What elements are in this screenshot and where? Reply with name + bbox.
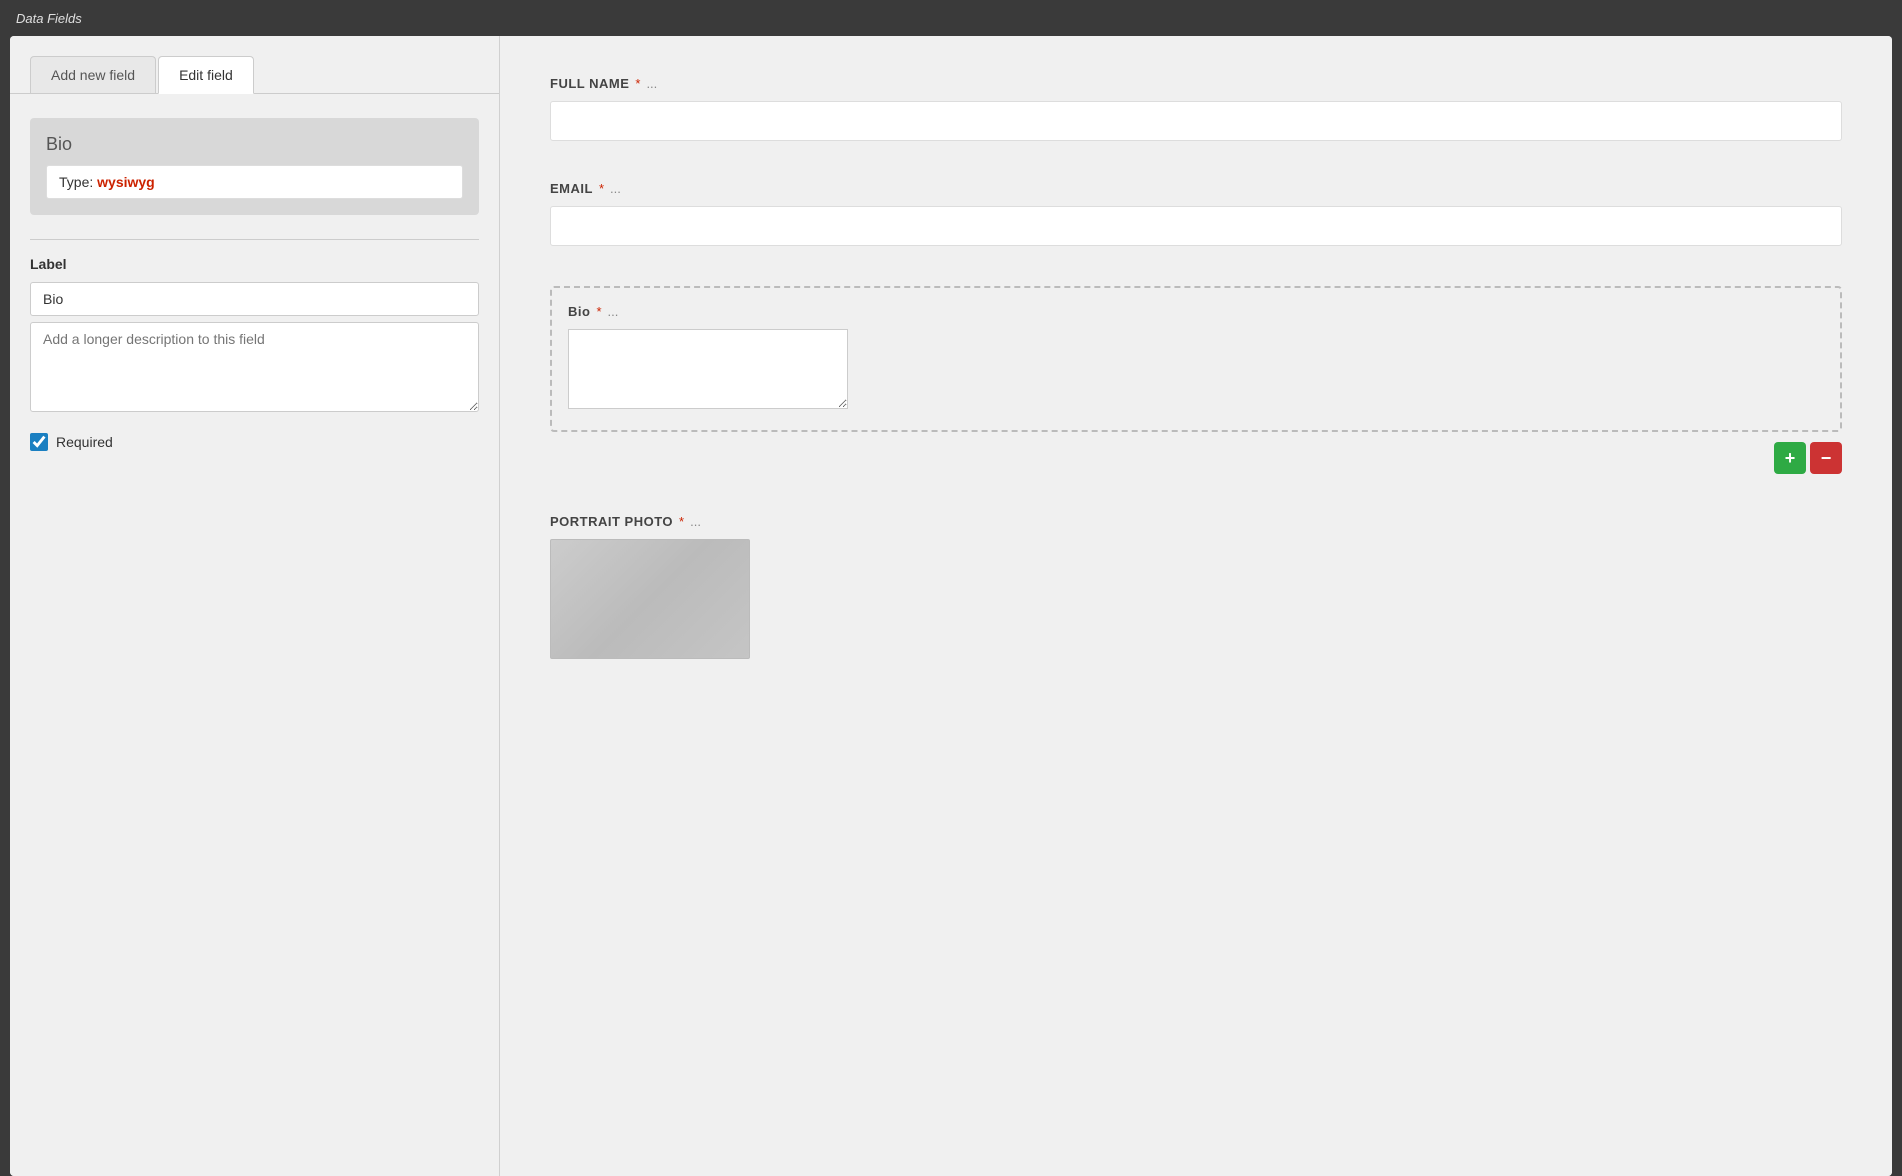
bio-field-container: Bio * ...	[550, 286, 1842, 432]
required-star-full-name: *	[635, 76, 640, 91]
description-textarea[interactable]	[30, 322, 479, 412]
dots-bio: ...	[608, 304, 619, 319]
field-group-bio: Bio * ... + −	[550, 286, 1842, 474]
field-group-portrait: PORTRAIT PHOTO * ...	[550, 514, 1842, 659]
right-panel: FULL NAME * ... EMAIL * ... Bio * ...	[500, 36, 1892, 1176]
field-type-box: Type: wysiwyg	[46, 165, 463, 199]
field-group-full-name: FULL NAME * ...	[550, 76, 1842, 141]
app-title: Data Fields	[16, 11, 82, 26]
field-label-row-bio: Bio * ...	[568, 304, 1824, 319]
divider	[30, 239, 479, 240]
required-checkbox[interactable]	[30, 433, 48, 451]
email-input[interactable]	[550, 206, 1842, 246]
tab-add-new-field[interactable]: Add new field	[30, 56, 156, 93]
left-panel: Add new field Edit field Bio Type: wysiw…	[10, 36, 500, 1176]
field-label-bio: Bio	[568, 304, 590, 319]
label-input[interactable]	[30, 282, 479, 316]
add-field-button[interactable]: +	[1774, 442, 1806, 474]
field-label-portrait: PORTRAIT PHOTO	[550, 514, 673, 529]
field-label-row-email: EMAIL * ...	[550, 181, 1842, 196]
remove-field-button[interactable]: −	[1810, 442, 1842, 474]
tabs-row: Add new field Edit field	[10, 36, 499, 94]
required-label: Required	[56, 434, 113, 450]
field-label-full-name: FULL NAME	[550, 76, 629, 91]
dots-email: ...	[610, 181, 621, 196]
top-bar: Data Fields	[0, 0, 1902, 36]
label-section: Label	[30, 256, 479, 417]
field-type-label: Type:	[59, 174, 93, 190]
bio-action-buttons: + −	[550, 442, 1842, 474]
required-star-portrait: *	[679, 514, 684, 529]
field-label-row-full-name: FULL NAME * ...	[550, 76, 1842, 91]
field-preview-card: Bio Type: wysiwyg	[30, 118, 479, 215]
field-group-email: EMAIL * ...	[550, 181, 1842, 246]
label-section-title: Label	[30, 256, 479, 272]
tab-edit-field[interactable]: Edit field	[158, 56, 254, 94]
main-container: Add new field Edit field Bio Type: wysiw…	[10, 36, 1892, 1176]
field-preview-name: Bio	[46, 134, 463, 155]
required-row: Required	[30, 433, 479, 451]
bio-textarea[interactable]	[568, 329, 848, 409]
left-panel-content: Bio Type: wysiwyg Label Required	[10, 94, 499, 1176]
field-label-email: EMAIL	[550, 181, 593, 196]
required-star-email: *	[599, 181, 604, 196]
dots-full-name: ...	[646, 76, 657, 91]
full-name-input[interactable]	[550, 101, 1842, 141]
field-label-row-portrait: PORTRAIT PHOTO * ...	[550, 514, 1842, 529]
field-type-value: wysiwyg	[97, 174, 155, 190]
portrait-placeholder	[550, 539, 750, 659]
required-star-bio: *	[596, 304, 601, 319]
dots-portrait: ...	[690, 514, 701, 529]
